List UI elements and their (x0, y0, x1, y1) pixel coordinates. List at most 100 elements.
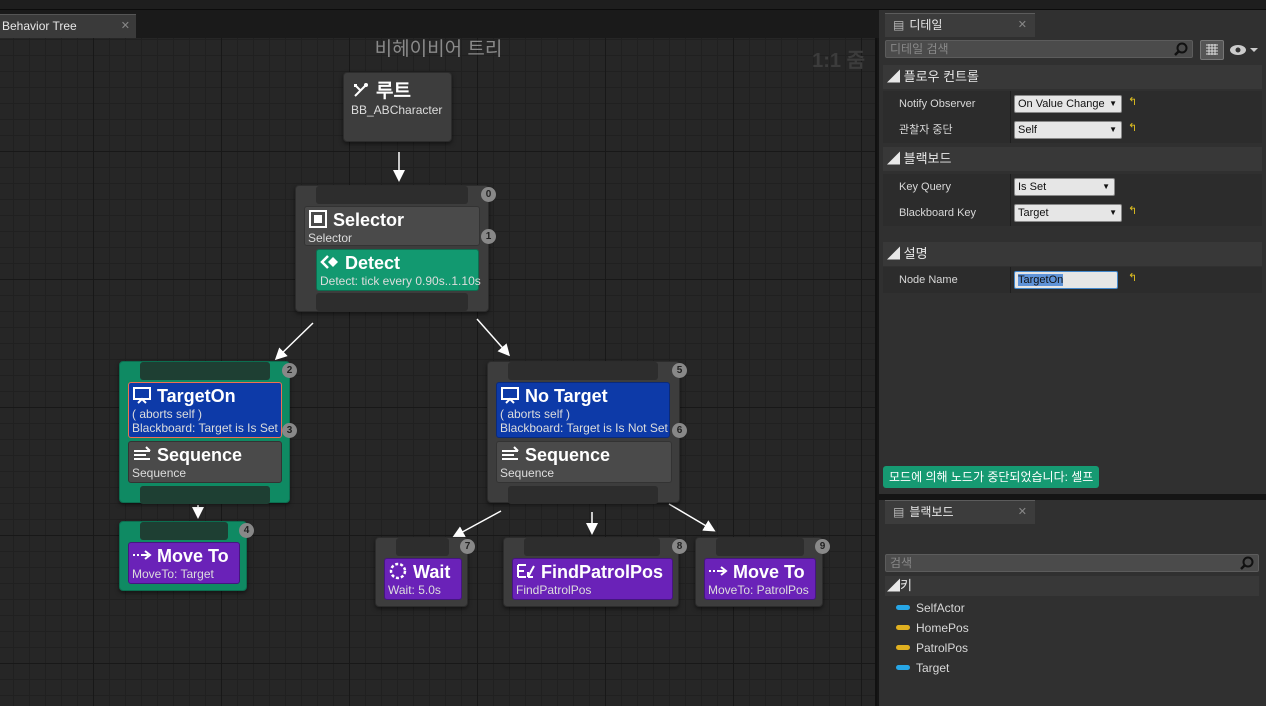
task-subtitle: FindPatrolPos (516, 583, 592, 597)
task-title: FindPatrolPos (541, 562, 664, 582)
node-name-field[interactable]: TargetOn (1014, 271, 1118, 289)
decorator-icon (133, 387, 151, 404)
document-tab-strip: Behavior Tree ✕ (0, 10, 880, 38)
findpatrolpos-node[interactable]: FindPatrolPos FindPatrolPos (503, 537, 679, 607)
chevron-down-icon: ▼ (1109, 125, 1117, 134)
blackboard-search-placeholder: 검색 (890, 556, 913, 570)
blackboard-tab-label: 블랙보드 (909, 505, 954, 519)
notify-observer-combo[interactable]: On Value Change ▼ (1014, 95, 1122, 113)
sequence-composite[interactable]: Sequence Sequence (128, 441, 282, 483)
output-pin[interactable] (140, 486, 270, 504)
wire-selector-right (476, 318, 510, 357)
decorator-title: TargetOn (157, 386, 236, 406)
blackboard-key-item[interactable]: HomePos (896, 619, 969, 637)
sequence-subtitle: Sequence (500, 466, 555, 480)
moveto-patrol-task[interactable]: Move To MoveTo: PatrolPos (704, 558, 816, 600)
detect-subtitle: Detect: tick every 0.90s..1.10s (320, 274, 481, 288)
keys-section-header[interactable]: ◢키 (885, 576, 1259, 596)
key-name: HomePos (916, 621, 969, 635)
prop-key-query: Key Query Is Set ▼ (883, 174, 1262, 200)
reset-to-default-icon[interactable]: ↰ (1128, 95, 1137, 108)
task-title: Wait (413, 562, 451, 582)
input-pin[interactable] (396, 538, 449, 556)
decorator-abort-text: ( aborts self ) (132, 407, 203, 421)
status-toast: 모드에 의해 노드가 중단되었습니다: 셀프 (883, 466, 1100, 488)
wire-right-moveto (668, 503, 716, 532)
wait-node[interactable]: Wait Wait: 5.0s (375, 537, 468, 607)
prop-label: Notify Observer (899, 98, 976, 110)
reset-to-default-icon[interactable]: ↰ (1128, 121, 1137, 134)
prop-label: Key Query (899, 181, 951, 193)
close-icon[interactable]: ✕ (121, 15, 130, 37)
execution-index-badge: 7 (460, 539, 475, 554)
details-search-input[interactable]: 디테일 검색 (885, 40, 1193, 58)
blackboard-tab[interactable]: ▤ 블랙보드 ✕ (885, 500, 1035, 524)
findpatrolpos-task[interactable]: FindPatrolPos FindPatrolPos (512, 558, 673, 600)
sequence-icon (134, 446, 151, 460)
input-pin[interactable] (140, 362, 270, 380)
execution-index-badge: 5 (672, 363, 687, 378)
category-flow-control[interactable]: ◢ 플로우 컨트롤 (883, 65, 1262, 89)
reset-to-default-icon[interactable]: ↰ (1128, 271, 1137, 284)
prop-label: 관찰자 중단 (899, 124, 953, 136)
details-tab-label: 디테일 (909, 18, 943, 32)
sequence-composite[interactable]: Sequence Sequence (496, 441, 672, 483)
notarget-decorator[interactable]: No Target ( aborts self ) Blackboard: Ta… (496, 382, 670, 438)
input-pin[interactable] (508, 362, 658, 380)
category-blackboard[interactable]: ◢ 블랙보드 (883, 147, 1262, 171)
root-node[interactable]: 루트 BB_ABCharacter (343, 72, 452, 142)
chevron-down-icon: ▼ (1109, 99, 1117, 108)
task-subtitle: Wait: 5.0s (388, 583, 441, 597)
detect-service[interactable]: Detect Detect: tick every 0.90s..1.10s (316, 249, 481, 291)
output-pin[interactable] (316, 293, 468, 311)
task-title: Move To (157, 546, 229, 566)
key-type-icon (896, 625, 910, 630)
blackboard-search-input[interactable]: 검색 (885, 554, 1259, 572)
blackboard-key-item[interactable]: PatrolPos (896, 639, 968, 657)
moveto-target-node[interactable]: Move To MoveTo: Target (119, 521, 247, 591)
close-icon[interactable]: ✕ (1018, 14, 1027, 36)
key-type-icon (896, 665, 910, 670)
behavior-tree-tab-label: Behavior Tree (2, 19, 77, 33)
reset-to-default-icon[interactable]: ↰ (1128, 204, 1137, 217)
search-icon (1174, 42, 1188, 56)
menu-bar (0, 0, 1266, 10)
sequence-subtitle: Sequence (132, 466, 187, 480)
notarget-sequence-node[interactable]: No Target ( aborts self ) Blackboard: Ta… (487, 361, 680, 504)
observer-aborts-combo[interactable]: Self ▼ (1014, 121, 1122, 139)
targeton-decorator[interactable]: TargetOn ( aborts self ) Blackboard: Tar… (128, 382, 282, 438)
wait-task[interactable]: Wait Wait: 5.0s (384, 558, 462, 600)
key-query-combo[interactable]: Is Set ▼ (1014, 178, 1115, 196)
decorator-icon (501, 387, 519, 404)
selector-composite[interactable]: Selector Selector (304, 206, 480, 246)
blackboard-key-combo[interactable]: Target ▼ (1014, 204, 1122, 222)
view-options-button[interactable] (1228, 42, 1262, 58)
graph-canvas[interactable]: 비헤이비어 트리 1:1 줌 루트 BB_ABCharacter Selecto… (0, 38, 877, 706)
output-pin[interactable] (508, 486, 658, 504)
search-icon (1240, 556, 1254, 570)
task-title: Move To (733, 562, 805, 582)
close-icon[interactable]: ✕ (1018, 501, 1027, 523)
selector-node[interactable]: Selector Selector Detect Detect: tick ev… (295, 185, 489, 312)
sequence-icon (502, 446, 519, 460)
chevron-down-icon: ▼ (1109, 208, 1117, 217)
moveto-patrol-node[interactable]: Move To MoveTo: PatrolPos (695, 537, 823, 607)
category-description[interactable]: ◢ 설명 (883, 242, 1262, 266)
behavior-tree-tab[interactable]: Behavior Tree ✕ (0, 14, 136, 38)
decorator-title: No Target (525, 386, 608, 406)
chevron-down-icon: ▼ (1102, 182, 1110, 191)
targeton-sequence-node[interactable]: TargetOn ( aborts self ) Blackboard: Tar… (119, 361, 290, 504)
blackboard-key-item[interactable]: Target (896, 659, 949, 677)
combo-value: Self (1018, 124, 1037, 136)
property-matrix-button[interactable] (1200, 40, 1224, 60)
root-subtitle: BB_ABCharacter (351, 103, 443, 117)
input-pin[interactable] (140, 522, 228, 540)
moveto-target-task[interactable]: Move To MoveTo: Target (128, 542, 240, 584)
wait-icon (389, 562, 407, 580)
input-pin[interactable] (524, 538, 660, 556)
node-name-value: TargetOn (1018, 274, 1064, 286)
details-tab[interactable]: ▤ 디테일 ✕ (885, 13, 1035, 37)
input-pin[interactable] (316, 186, 468, 204)
blackboard-key-item[interactable]: SelfActor (896, 599, 965, 617)
input-pin[interactable] (716, 538, 804, 556)
